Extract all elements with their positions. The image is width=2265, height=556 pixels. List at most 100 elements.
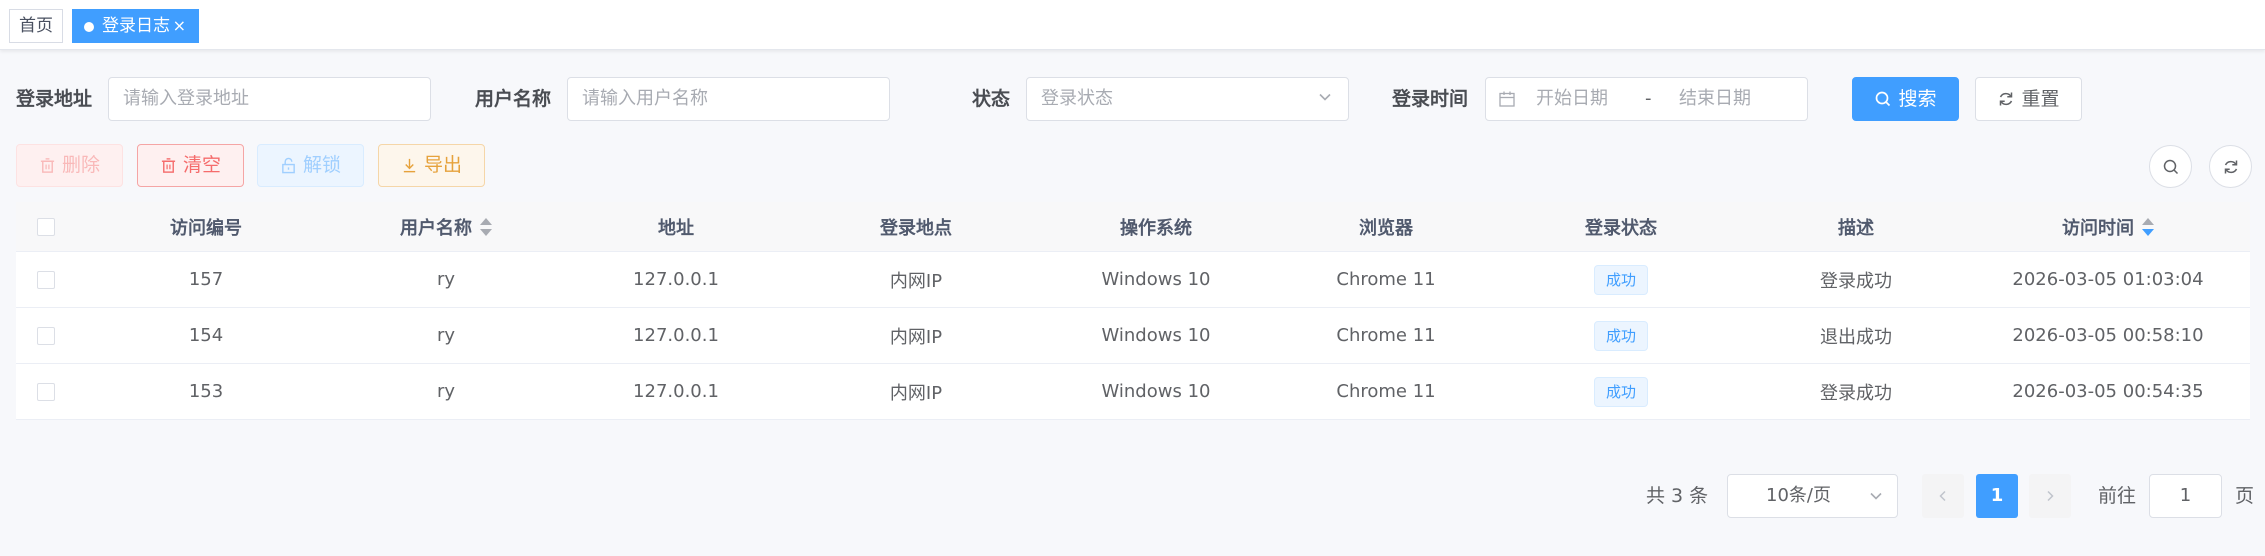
delete-button-label: 删除 bbox=[61, 154, 100, 176]
toggle-search-button[interactable] bbox=[2149, 145, 2192, 188]
status-placeholder: 登录状态 bbox=[1041, 88, 1113, 109]
sort-caret-icon[interactable] bbox=[2142, 217, 2154, 237]
search-icon bbox=[2163, 159, 2179, 175]
column-header-label: 登录地点 bbox=[880, 217, 952, 239]
table-row[interactable]: 154 ry 127.0.0.1 内网IP Windows 10 Chrome … bbox=[16, 308, 2250, 364]
browser-cell: Chrome 11 bbox=[1336, 381, 1436, 402]
status-badge: 成功 bbox=[1593, 320, 1648, 351]
start-date-placeholder[interactable]: 开始日期 bbox=[1536, 78, 1608, 120]
row-checkbox[interactable] bbox=[37, 382, 55, 401]
unlock-button[interactable]: 解锁 bbox=[257, 144, 364, 187]
tag-home[interactable]: 首页 bbox=[9, 9, 63, 43]
sort-caret-icon[interactable] bbox=[480, 217, 492, 237]
access-time-cell: 2026-03-05 01:03:04 bbox=[2012, 269, 2204, 290]
goto-page-input[interactable]: 1 bbox=[2149, 474, 2222, 518]
column-header-status: 登录状态 bbox=[1496, 202, 1746, 251]
column-header-label: 地址 bbox=[658, 217, 694, 239]
goto-suffix: 页 bbox=[2235, 485, 2255, 507]
row-checkbox[interactable] bbox=[37, 326, 55, 345]
clear-button[interactable]: 清空 bbox=[137, 144, 244, 187]
search-button-label: 搜索 bbox=[1898, 88, 1937, 110]
info-id-cell: 154 bbox=[188, 325, 224, 346]
column-header-os: 操作系统 bbox=[1036, 202, 1276, 251]
username-placeholder: 请输入用户名称 bbox=[582, 88, 708, 109]
access-time-cell: 2026-03-05 00:54:35 bbox=[2012, 381, 2204, 402]
goto-label: 前往 bbox=[2098, 485, 2137, 507]
search-icon bbox=[1876, 91, 1891, 107]
clear-button-label: 清空 bbox=[182, 154, 221, 176]
column-header-access-time[interactable]: 访问时间 bbox=[1966, 202, 2250, 251]
location-cell: 内网IP bbox=[889, 270, 943, 292]
msg-cell: 登录成功 bbox=[1820, 270, 1892, 292]
ipaddr-cell: 127.0.0.1 bbox=[633, 381, 719, 402]
ipaddr-input[interactable]: 请输入登录地址 bbox=[108, 77, 431, 121]
username-input[interactable]: 请输入用户名称 bbox=[567, 77, 890, 121]
prev-page-button[interactable] bbox=[1922, 474, 1964, 518]
row-select-cell bbox=[16, 308, 76, 363]
refresh-table-button[interactable] bbox=[2209, 145, 2252, 188]
date-separator: - bbox=[1645, 88, 1652, 109]
ipaddr-cell: 127.0.0.1 bbox=[633, 269, 719, 290]
column-header-ipaddr: 地址 bbox=[556, 202, 796, 251]
column-header-location: 登录地点 bbox=[796, 202, 1036, 251]
delete-button[interactable]: 删除 bbox=[16, 144, 123, 187]
browser-cell: Chrome 11 bbox=[1336, 325, 1436, 346]
column-header-info-id: 访问编号 bbox=[76, 202, 336, 251]
reset-button-label: 重置 bbox=[2021, 88, 2060, 110]
row-checkbox[interactable] bbox=[37, 270, 55, 289]
column-header-label: 访问时间 bbox=[2062, 217, 2134, 239]
reset-button[interactable]: 重置 bbox=[1975, 77, 2082, 121]
ipaddr-placeholder: 请输入登录地址 bbox=[123, 88, 249, 109]
chevron-down-icon bbox=[1319, 93, 1331, 101]
chevron-left-icon bbox=[1939, 490, 1946, 502]
column-header-label: 操作系统 bbox=[1120, 217, 1192, 239]
column-header-label: 浏览器 bbox=[1359, 217, 1413, 239]
column-header-label: 描述 bbox=[1838, 217, 1874, 239]
unlock-button-label: 解锁 bbox=[302, 154, 341, 176]
tags-view-bar: 首页 登录日志 × bbox=[0, 0, 2265, 50]
login-log-table: 访问编号 用户名称 地址 登录地点 操作系统 浏览器 登录状态 描述 访问时间 … bbox=[16, 202, 2250, 420]
close-icon[interactable]: × bbox=[173, 10, 186, 42]
tag-login-log[interactable]: 登录日志 × bbox=[72, 9, 199, 43]
chevron-right-icon bbox=[2047, 490, 2054, 502]
column-header-username[interactable]: 用户名称 bbox=[336, 202, 556, 251]
chevron-down-icon bbox=[1870, 492, 1882, 500]
location-cell: 内网IP bbox=[889, 382, 943, 404]
select-all-checkbox[interactable] bbox=[37, 217, 55, 236]
table-row[interactable]: 153 ry 127.0.0.1 内网IP Windows 10 Chrome … bbox=[16, 364, 2250, 420]
status-cell: 成功 bbox=[1496, 308, 1746, 363]
login-time-label: 登录时间 bbox=[1392, 88, 1469, 110]
info-id-cell: 153 bbox=[188, 381, 224, 402]
refresh-icon bbox=[2000, 92, 2013, 106]
column-header-label: 访问编号 bbox=[170, 217, 242, 239]
msg-cell: 退出成功 bbox=[1820, 326, 1892, 348]
page-size-select[interactable]: 10条/页 bbox=[1727, 474, 1898, 518]
ipaddr-label: 登录地址 bbox=[16, 88, 93, 110]
pagination-total: 共 3 条 bbox=[1646, 485, 1709, 507]
row-select-cell bbox=[16, 364, 76, 419]
trash-icon bbox=[161, 158, 176, 173]
status-badge: 成功 bbox=[1593, 264, 1648, 295]
status-select[interactable]: 登录状态 bbox=[1026, 77, 1349, 121]
calendar-icon bbox=[1499, 91, 1515, 107]
refresh-icon bbox=[2224, 160, 2238, 174]
next-page-button[interactable] bbox=[2029, 474, 2071, 518]
page-number-1[interactable]: 1 bbox=[1976, 474, 2018, 518]
status-cell: 成功 bbox=[1496, 252, 1746, 307]
export-button-label: 导出 bbox=[423, 154, 462, 176]
date-range-picker[interactable]: 开始日期 - 结束日期 bbox=[1485, 77, 1808, 121]
os-cell: Windows 10 bbox=[1101, 325, 1211, 346]
tag-login-log-label: 登录日志 bbox=[102, 16, 170, 36]
select-all-cell bbox=[16, 202, 76, 251]
search-button[interactable]: 搜索 bbox=[1852, 77, 1959, 121]
msg-cell: 登录成功 bbox=[1820, 382, 1892, 404]
location-cell: 内网IP bbox=[889, 326, 943, 348]
username-cell: ry bbox=[436, 325, 456, 346]
table-row[interactable]: 157 ry 127.0.0.1 内网IP Windows 10 Chrome … bbox=[16, 252, 2250, 308]
end-date-placeholder[interactable]: 结束日期 bbox=[1679, 78, 1751, 120]
os-cell: Windows 10 bbox=[1101, 269, 1211, 290]
status-cell: 成功 bbox=[1496, 364, 1746, 419]
export-button[interactable]: 导出 bbox=[378, 144, 485, 187]
download-icon bbox=[403, 158, 416, 173]
username-cell: ry bbox=[436, 269, 456, 290]
